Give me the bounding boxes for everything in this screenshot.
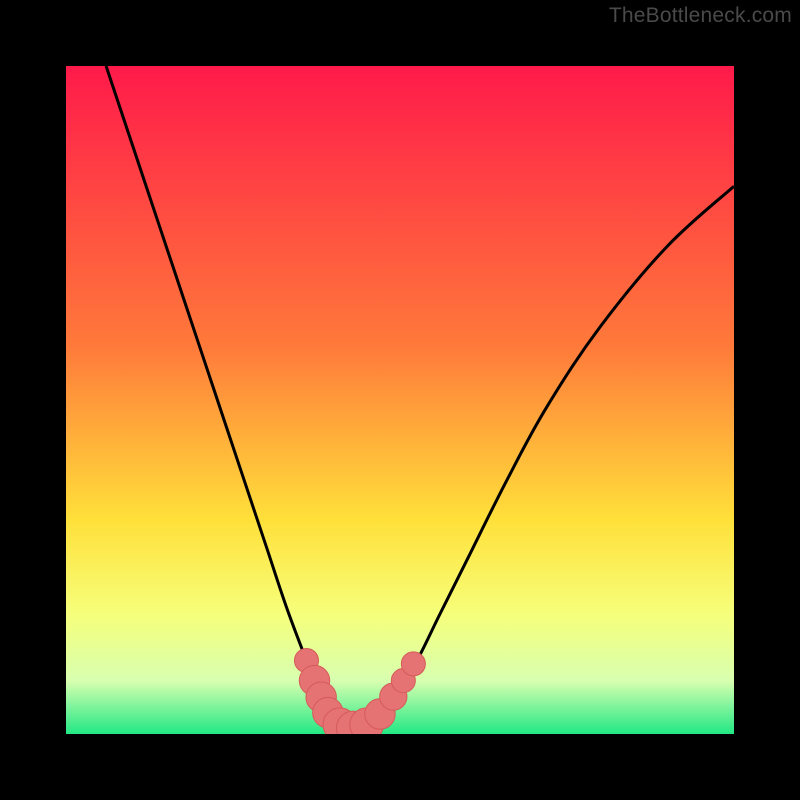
chart-stage: TheBottleneck.com [0, 0, 800, 800]
data-marker [401, 652, 425, 676]
bottleneck-chart [0, 0, 800, 800]
watermark-text: TheBottleneck.com [609, 4, 792, 28]
gradient-background [66, 66, 734, 734]
